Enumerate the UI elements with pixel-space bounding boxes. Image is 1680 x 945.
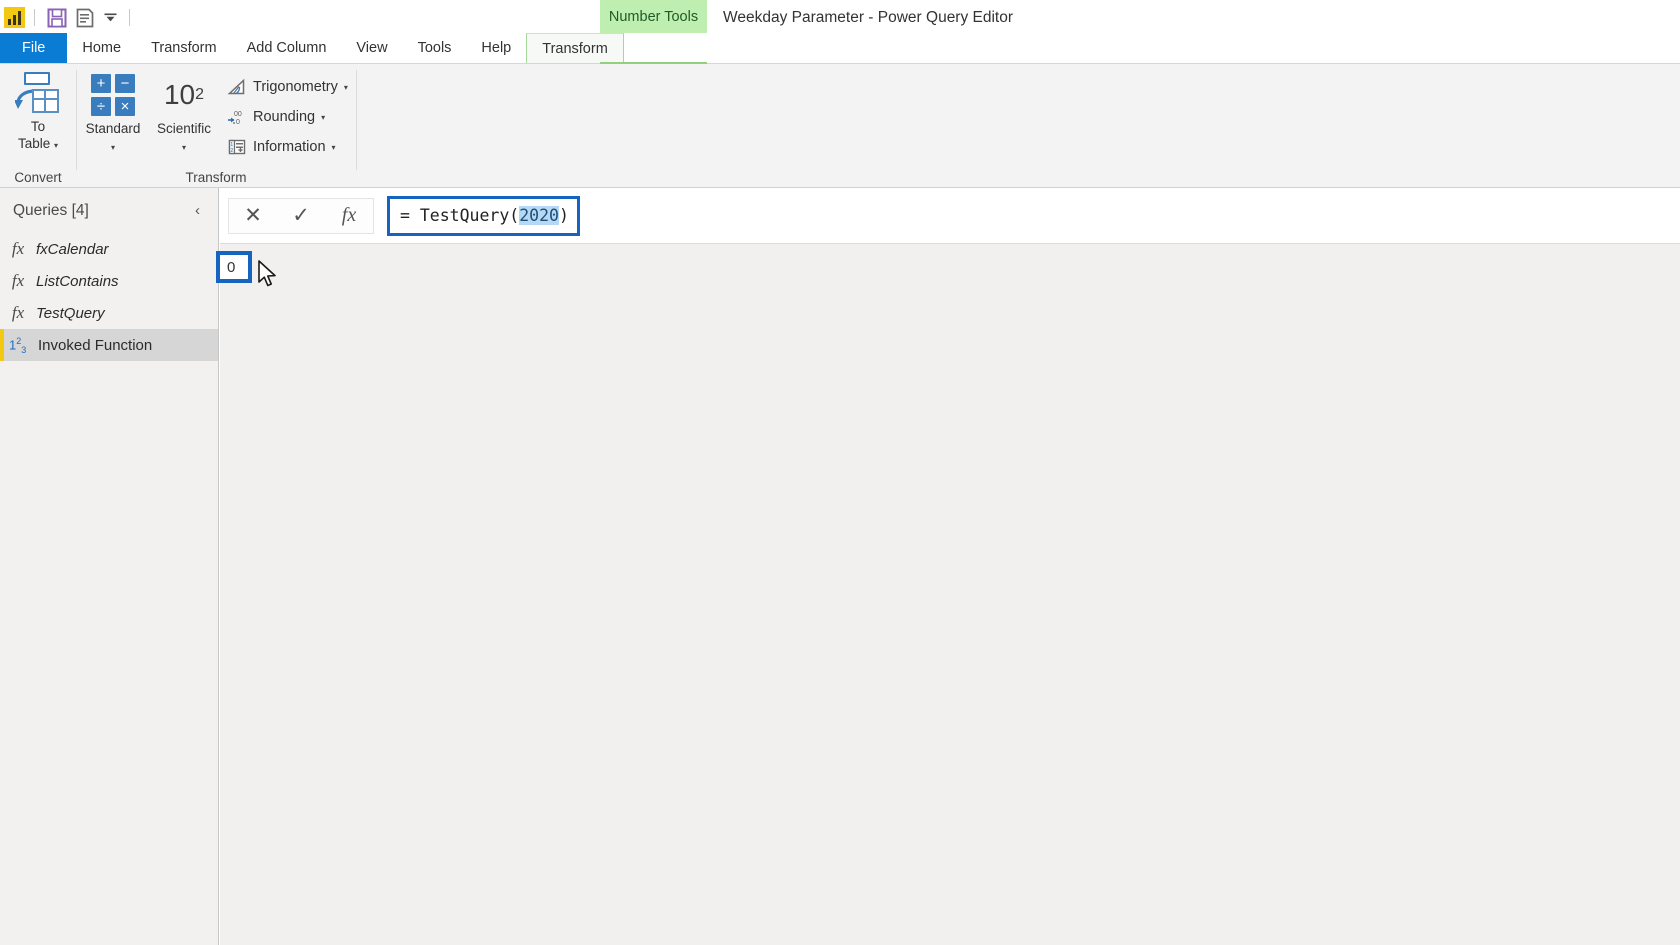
formula-suffix: ) xyxy=(558,206,569,225)
scientific-base: 10 xyxy=(163,79,196,110)
sidebar-item-testquery[interactable]: fx TestQuery xyxy=(0,297,218,329)
svg-text:0: 0 xyxy=(236,119,240,126)
sidebar-item-invoked-function[interactable]: 123 Invoked Function xyxy=(0,329,218,361)
caret-down-icon[interactable]: ▾ xyxy=(182,143,186,152)
tab-help[interactable]: Help xyxy=(466,33,526,63)
result-value: 0 xyxy=(227,258,236,276)
to-table-label-line1: To xyxy=(30,119,46,134)
sidebar-item-listcontains[interactable]: fx ListContains xyxy=(0,265,218,297)
tab-home[interactable]: Home xyxy=(67,33,136,63)
svg-text:2: 2 xyxy=(230,148,233,154)
rounding-icon: 00 0 xyxy=(227,107,247,127)
sidebar-item-label: Invoked Function xyxy=(38,336,153,354)
toolbar-divider-1 xyxy=(34,9,35,26)
standard-calculator-icon: + − ÷ × xyxy=(91,74,135,116)
standard-label: Standard xyxy=(85,121,141,136)
chevron-down-icon[interactable] xyxy=(100,5,120,31)
fx-icon: fx xyxy=(11,239,25,258)
svg-text:00: 00 xyxy=(234,111,242,118)
caret-down-icon[interactable]: ▾ xyxy=(54,141,58,150)
ribbon-tabs: File Home Transform Add Column View Tool… xyxy=(0,33,1680,64)
standard-button[interactable]: + − ÷ × Standard ▾ xyxy=(77,66,149,156)
ribbon-group-transform: + − ÷ × Standard ▾ 10 2 Scientific ▾ Tri… xyxy=(77,64,355,188)
trigonometry-button[interactable]: Trigonometry ▾ xyxy=(223,72,352,102)
trigonometry-icon xyxy=(227,77,247,97)
fx-icon: fx xyxy=(11,271,25,290)
tab-number-tools-transform[interactable]: Transform xyxy=(526,33,624,63)
formula-input-highlight[interactable]: = TestQuery(2020) xyxy=(387,195,580,236)
ribbon-panel: To Table ▾ Convert + − ÷ × Standard ▾ 10… xyxy=(0,64,1680,188)
formula-input[interactable]: = TestQuery(2020) xyxy=(400,206,569,225)
tab-view[interactable]: View xyxy=(341,33,402,63)
information-icon: 1 2 xyxy=(227,137,247,157)
tab-transform[interactable]: Transform xyxy=(136,33,232,63)
ribbon-divider-2 xyxy=(356,70,357,170)
window-title: Weekday Parameter - Power Query Editor xyxy=(723,8,1014,26)
queries-header: Queries [4] ‹ xyxy=(0,188,218,233)
caret-down-icon[interactable]: ▾ xyxy=(332,143,336,152)
information-label: Information xyxy=(253,139,326,155)
power-query-editor-window: Number Tools Weekday Parameter - Power Q… xyxy=(0,0,1680,945)
fx-icon: fx xyxy=(11,303,25,322)
to-table-label-line2: Table xyxy=(17,136,51,151)
caret-down-icon[interactable]: ▾ xyxy=(111,143,115,152)
result-value-cell[interactable]: 0 xyxy=(216,251,252,283)
rounding-button[interactable]: 00 0 Rounding ▾ xyxy=(223,102,352,132)
tab-tools[interactable]: Tools xyxy=(403,33,467,63)
information-button[interactable]: 1 2 Information ▾ xyxy=(223,132,352,162)
number-type-icon: 123 xyxy=(9,335,27,355)
quick-access-toolbar xyxy=(0,0,139,35)
save-icon[interactable] xyxy=(44,5,70,31)
mouse-cursor xyxy=(258,260,276,287)
document-icon[interactable] xyxy=(72,5,98,31)
ribbon-group-convert-label: Convert xyxy=(14,170,62,185)
caret-down-icon[interactable]: ▾ xyxy=(321,113,325,122)
formula-bar: ✕ ✓ fx = TestQuery(2020) xyxy=(220,188,1680,244)
formula-selected-value: 2020 xyxy=(519,206,559,225)
main-pane: ✕ ✓ fx = TestQuery(2020) 0 xyxy=(216,188,1680,945)
accept-icon[interactable]: ✓ xyxy=(277,199,325,233)
fx-insert-step-icon[interactable]: fx xyxy=(325,199,373,233)
tab-file[interactable]: File xyxy=(0,33,68,63)
contextual-tab-group-header: Number Tools xyxy=(600,0,707,33)
to-table-button[interactable]: To Table ▾ xyxy=(15,64,61,154)
collapse-sidebar-icon[interactable]: ‹ xyxy=(189,200,206,221)
rounding-label: Rounding xyxy=(253,109,316,125)
scientific-button[interactable]: 10 2 Scientific ▾ xyxy=(149,66,219,156)
to-table-icon xyxy=(15,72,61,114)
ribbon-group-convert: To Table ▾ Convert xyxy=(0,64,76,188)
formula-bar-buttons: ✕ ✓ fx xyxy=(228,197,374,234)
sidebar-item-label: ListContains xyxy=(36,272,119,290)
toolbar-divider-2 xyxy=(129,9,130,26)
result-area: 0 xyxy=(216,245,1680,945)
formula-prefix: = TestQuery( xyxy=(400,206,520,225)
queries-sidebar: Queries [4] ‹ fx fxCalendar fx ListConta… xyxy=(0,188,219,945)
scientific-exponent: 2 xyxy=(195,86,205,103)
caret-down-icon[interactable]: ▾ xyxy=(344,83,348,92)
scientific-label: Scientific xyxy=(156,121,212,136)
sidebar-item-fxcalendar[interactable]: fx fxCalendar xyxy=(0,233,218,265)
scientific-icon: 10 2 xyxy=(156,74,212,116)
ribbon-group-transform-label: Transform xyxy=(185,170,247,185)
sidebar-item-label: TestQuery xyxy=(36,304,105,322)
queries-title: Queries [4] xyxy=(13,201,89,219)
cancel-icon[interactable]: ✕ xyxy=(229,199,277,233)
tab-add-column[interactable]: Add Column xyxy=(232,33,342,63)
powerbi-logo xyxy=(4,7,25,28)
trigonometry-label: Trigonometry xyxy=(253,79,338,95)
sidebar-item-label: fxCalendar xyxy=(36,240,109,258)
